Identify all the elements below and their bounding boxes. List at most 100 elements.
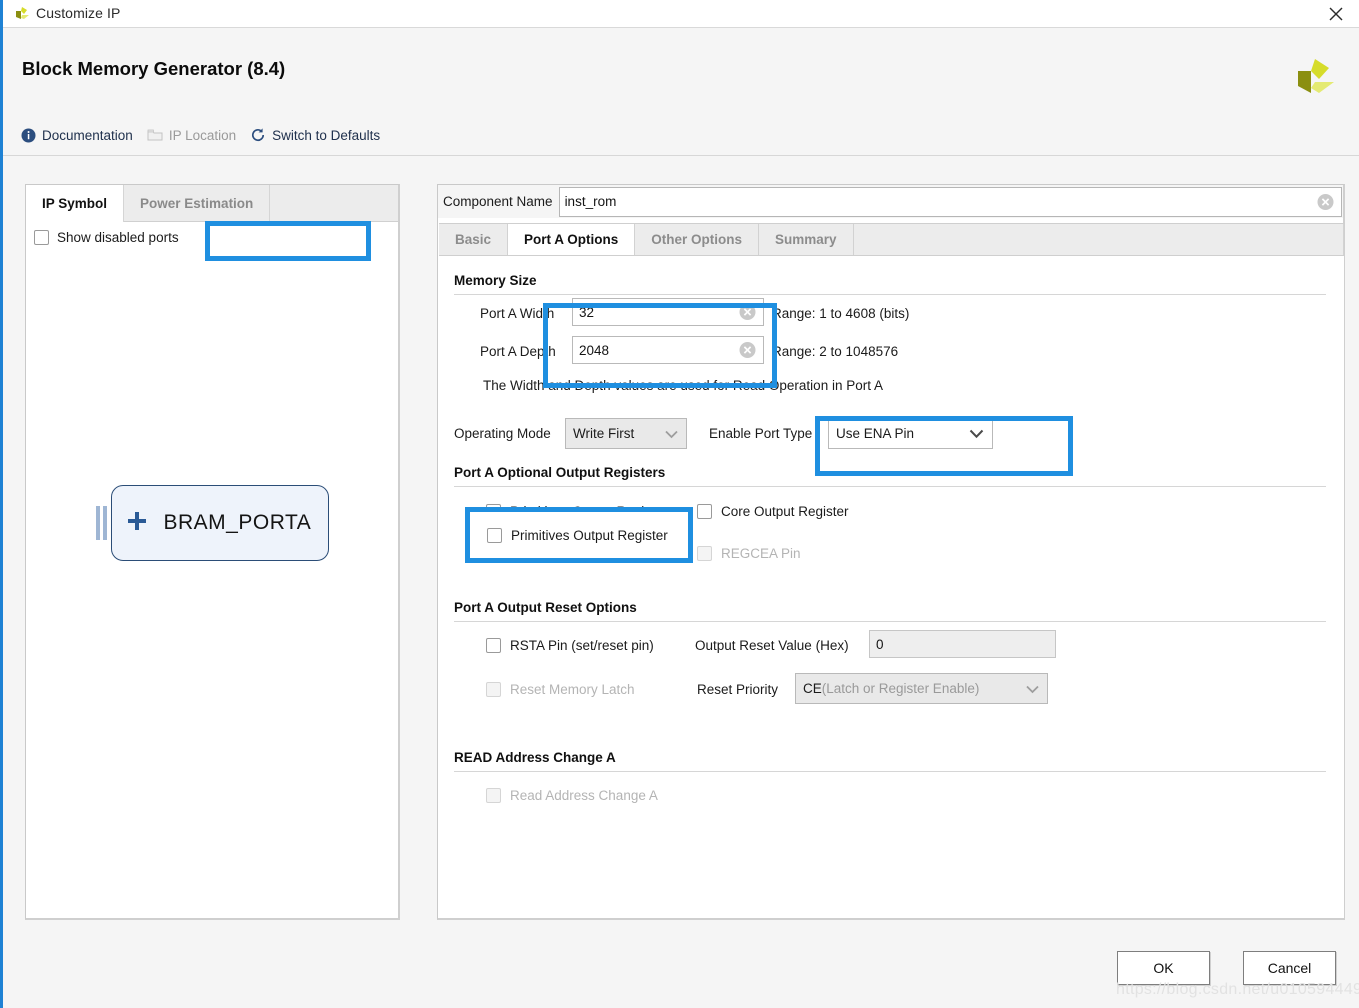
port-a-depth-label: Port A Depth — [480, 344, 556, 359]
checkbox-box — [486, 546, 501, 561]
reset-priority-value: CE — [803, 681, 822, 696]
primitives-output-register-label: Primitives Output Register — [510, 504, 667, 519]
switch-to-defaults-button[interactable]: Switch to Defaults — [246, 125, 390, 145]
checkbox-box — [34, 230, 49, 245]
tab-filler — [854, 224, 1344, 255]
checkbox-box — [486, 504, 501, 519]
port-a-depth-input[interactable]: 2048 — [572, 336, 764, 364]
component-name-input[interactable]: inst_rom — [558, 186, 1342, 217]
memory-size-heading: Memory Size — [454, 273, 537, 288]
options-panel: Component Name inst_rom Basic Port A Opt… — [437, 184, 1345, 920]
enable-port-type-value: Use ENA Pin — [836, 426, 915, 441]
optional-output-registers-rule — [454, 486, 1326, 487]
chevron-down-icon — [1026, 681, 1039, 696]
title-bar: Customize IP — [3, 0, 1359, 28]
tab-summary[interactable]: Summary — [759, 224, 854, 255]
chevron-down-icon — [969, 426, 984, 441]
clear-icon[interactable] — [739, 304, 756, 321]
switch-to-defaults-label: Switch to Defaults — [272, 127, 381, 143]
softecc-input-register-checkbox: SoftECC Input Register — [486, 546, 650, 561]
read-address-change-label: Read Address Change A — [510, 788, 658, 803]
tab-port-a-options[interactable]: Port A Options — [508, 224, 636, 255]
output-reset-options-heading: Port A Output Reset Options — [454, 600, 637, 615]
port-a-width-label: Port A Width — [480, 306, 555, 321]
rsta-pin-checkbox[interactable]: RSTA Pin (set/reset pin) — [486, 638, 654, 653]
tab-port-a-options-label: Port A Options — [524, 232, 619, 247]
tab-power-estimation-label: Power Estimation — [140, 195, 254, 211]
xilinx-brand-logo-icon — [1291, 55, 1337, 101]
expand-plus-icon[interactable] — [126, 510, 148, 537]
memory-size-rule — [454, 294, 1326, 295]
checkbox-box — [486, 638, 501, 653]
tab-basic[interactable]: Basic — [439, 224, 509, 255]
checkbox-box — [486, 682, 501, 697]
bram-porta-label: BRAM_PORTA — [163, 511, 312, 534]
options-tabs: Basic Port A Options Other Options Summa… — [439, 223, 1344, 256]
reset-memory-latch-label: Reset Memory Latch — [510, 682, 635, 697]
ok-button[interactable]: OK — [1117, 951, 1210, 985]
component-name-row: Component Name inst_rom — [438, 185, 1343, 218]
port-a-width-value: 32 — [579, 304, 595, 320]
enable-port-type-select[interactable]: Use ENA Pin — [828, 418, 993, 449]
clear-icon[interactable] — [739, 342, 756, 359]
show-disabled-ports-label: Show disabled ports — [57, 230, 179, 245]
tab-basic-label: Basic — [455, 232, 492, 247]
component-name-value: inst_rom — [564, 194, 617, 209]
regcea-pin-label: REGCEA Pin — [721, 546, 801, 561]
ip-symbol-panel: IP Symbol Power Estimation Show disabled… — [25, 184, 400, 920]
cancel-label: Cancel — [1267, 960, 1312, 976]
reset-priority-select[interactable]: CE (Latch or Register Enable) — [795, 673, 1048, 704]
optional-output-registers-heading: Port A Optional Output Registers — [454, 465, 666, 480]
folder-icon — [147, 128, 163, 142]
output-reset-value-input[interactable]: 0 — [869, 630, 1056, 658]
port-a-depth-value: 2048 — [579, 342, 610, 358]
read-address-change-rule — [454, 771, 1326, 772]
output-reset-options-rule — [454, 621, 1326, 622]
port-a-depth-range: Range: 2 to 1048576 — [772, 344, 899, 359]
output-reset-value: 0 — [876, 636, 884, 652]
reset-priority-value-sub: (Latch or Register Enable) — [821, 681, 980, 696]
primitives-output-register-checkbox-overlay[interactable]: Primitives Output Register — [487, 528, 668, 543]
ip-symbol-diagram: BRAM_PORTA — [26, 485, 398, 561]
enable-port-type-label: Enable Port Type — [709, 426, 813, 441]
primitives-output-register-checkbox[interactable]: Primitives Output Register — [486, 504, 667, 519]
window-title: Customize IP — [36, 5, 121, 21]
width-depth-note: The Width and Depth values are used for … — [483, 378, 883, 393]
ip-location-button[interactable]: IP Location — [143, 126, 246, 145]
checkbox-box — [697, 546, 712, 561]
chevron-down-icon — [665, 426, 678, 441]
watermark-text: https://blog.csdn.net/u010594449 — [1116, 981, 1359, 998]
clear-icon[interactable] — [1317, 193, 1334, 210]
port-bus-icon — [95, 506, 107, 540]
core-output-register-checkbox[interactable]: Core Output Register — [697, 504, 849, 519]
component-name-label: Component Name — [443, 194, 553, 209]
bram-porta-block[interactable]: BRAM_PORTA — [110, 485, 329, 561]
checkbox-box — [697, 504, 712, 519]
left-tab-filler — [270, 185, 398, 221]
operating-mode-value: Write First — [573, 426, 635, 441]
page-title: Block Memory Generator (8.4) — [22, 58, 286, 79]
softecc-input-register-label: SoftECC Input Register — [510, 546, 651, 561]
operating-mode-label: Operating Mode — [454, 426, 551, 441]
tab-power-estimation[interactable]: Power Estimation — [124, 185, 271, 221]
reset-memory-latch-checkbox: Reset Memory Latch — [486, 682, 635, 697]
primitives-output-register-label: Primitives Output Register — [511, 528, 668, 543]
checkbox-box — [486, 788, 501, 803]
documentation-button[interactable]: Documentation — [17, 126, 143, 145]
tab-other-options[interactable]: Other Options — [635, 224, 760, 255]
tab-ip-symbol-label: IP Symbol — [42, 195, 108, 211]
read-address-change-checkbox: Read Address Change A — [486, 788, 658, 803]
operating-mode-select[interactable]: Write First — [565, 418, 687, 449]
cancel-button[interactable]: Cancel — [1243, 951, 1336, 985]
header-toolbar: Documentation IP Location Switch to Defa… — [17, 125, 390, 145]
core-output-register-label: Core Output Register — [721, 504, 849, 519]
tab-summary-label: Summary — [775, 232, 837, 247]
read-address-change-heading: READ Address Change A — [454, 750, 616, 765]
show-disabled-ports-checkbox[interactable]: Show disabled ports — [34, 230, 179, 245]
header-band: Block Memory Generator (8.4) Documentati… — [3, 28, 1359, 156]
rsta-pin-label: RSTA Pin (set/reset pin) — [510, 638, 654, 653]
close-icon[interactable] — [1325, 3, 1347, 25]
port-a-width-input[interactable]: 32 — [572, 298, 764, 326]
tab-ip-symbol[interactable]: IP Symbol — [26, 185, 125, 222]
info-icon — [21, 128, 36, 143]
